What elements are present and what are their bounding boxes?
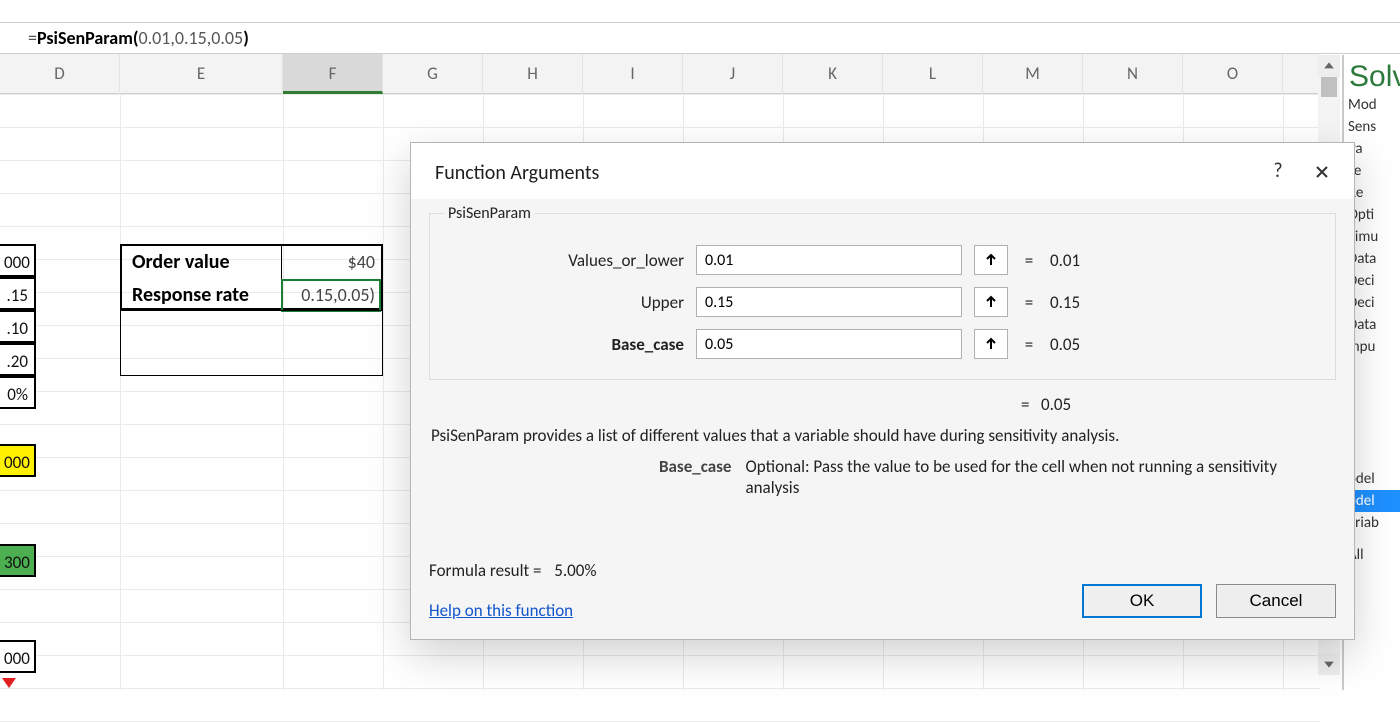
cell-c15[interactable]: 000 <box>0 640 36 673</box>
labeled-range-ef: Order value $40 Response rate 0.15,0.05) <box>120 244 383 310</box>
help-on-function-link[interactable]: Help on this function <box>429 600 573 621</box>
argument-description: Base_case Optional: Pass the value to be… <box>429 456 1336 498</box>
cell-c6[interactable]: .15 <box>0 277 36 310</box>
ok-button[interactable]: OK <box>1082 584 1202 618</box>
col-header-d[interactable]: D <box>0 54 120 94</box>
equals-sign: = <box>1020 334 1038 355</box>
arg-input-values_or_lower[interactable] <box>696 245 962 275</box>
arg-result: 0.15 <box>1050 292 1080 313</box>
value-order-value[interactable]: $40 <box>281 246 381 279</box>
scroll-down-button[interactable] <box>1318 653 1340 675</box>
cell-c7[interactable]: .10 <box>0 310 36 343</box>
dialog-help-button[interactable]: ? <box>1256 159 1300 187</box>
solver-title: Solv <box>1344 55 1400 94</box>
groupbox-label: PsiSenParam <box>444 204 535 223</box>
side-item[interactable]: Mod <box>1344 94 1400 116</box>
cell-c8[interactable]: .20 <box>0 343 36 376</box>
arg-label: Values_or_lower <box>444 250 684 271</box>
dialog-title: Function Arguments <box>411 143 1354 199</box>
col-header-f[interactable]: F <box>283 54 383 94</box>
arg-row-upper: Upper = 0.15 <box>444 281 1321 323</box>
formula-fn-close: ) <box>243 27 249 49</box>
args-groupbox: PsiSenParam Values_or_lower=0.01Upper=0.… <box>429 213 1336 380</box>
range-picker-button[interactable] <box>974 245 1008 275</box>
arg-input-upper[interactable] <box>696 287 962 317</box>
cell-c5[interactable]: 000 <box>0 244 36 277</box>
function-arguments-dialog: Function Arguments ? PsiSenParam Values_… <box>410 142 1355 640</box>
col-header-n[interactable]: N <box>1083 54 1183 94</box>
col-header-h[interactable]: H <box>483 54 583 94</box>
overall-result: = 0.05 <box>429 388 1336 425</box>
col-header-l[interactable]: L <box>883 54 983 94</box>
col-header-j[interactable]: J <box>683 54 783 94</box>
formula-result-label: Formula result = <box>429 560 542 581</box>
arg-desc-text: Optional: Pass the value to be used for … <box>745 456 1315 498</box>
col-header-g[interactable]: G <box>383 54 483 94</box>
formula-result-value: 5.00% <box>554 560 596 581</box>
arg-result: 0.05 <box>1050 334 1080 355</box>
col-c-fragment: 000 .15 .10 .20 0% <box>0 244 36 409</box>
col-header-o[interactable]: O <box>1183 54 1283 94</box>
formula-equals: = <box>28 27 37 49</box>
dialog-close-button[interactable] <box>1300 159 1344 187</box>
cell-error-indicator <box>2 678 16 688</box>
scroll-up-button[interactable] <box>1318 55 1340 77</box>
arg-label: Upper <box>444 292 684 313</box>
arg-result: 0.01 <box>1050 250 1080 271</box>
value-response-rate[interactable]: 0.15,0.05) <box>281 279 381 312</box>
overall-result-value: 0.05 <box>1041 394 1071 415</box>
range-picker-button[interactable] <box>974 329 1008 359</box>
labeled-range-ef-ext <box>120 310 383 376</box>
column-headers: DEFGHIJKLMNO <box>0 54 1320 94</box>
col-header-k[interactable]: K <box>783 54 883 94</box>
arg-label: Base_case <box>444 334 684 355</box>
formula-fn-open: PsiSenParam( <box>37 27 138 49</box>
equals-sign: = <box>1020 292 1038 313</box>
formula-args: 0.01,0.15,0.05 <box>138 27 243 49</box>
cell-c9[interactable]: 0% <box>0 376 36 409</box>
equals-sign: = <box>1020 250 1038 271</box>
cancel-button[interactable]: Cancel <box>1216 584 1336 618</box>
formula-bar[interactable]: =PsiSenParam(0.01,0.15,0.05) <box>0 22 1400 54</box>
col-header-i[interactable]: I <box>583 54 683 94</box>
cell-c13-green[interactable]: 300 <box>0 544 36 577</box>
col-header-m[interactable]: M <box>983 54 1083 94</box>
col-header-e[interactable]: E <box>120 54 283 94</box>
label-response-rate: Response rate <box>122 279 285 312</box>
dialog-body: PsiSenParam Values_or_lower = 0.01 Upper = 0.… <box>411 199 1354 639</box>
side-item[interactable]: Sens <box>1344 116 1400 138</box>
label-order-value: Order value <box>122 246 285 279</box>
cell-c11-yellow[interactable]: 000 <box>0 444 36 477</box>
arg-input-base_case[interactable] <box>696 329 962 359</box>
arg-desc-label: Base_case <box>659 456 731 498</box>
arg-row-values_or_lower: Values_or_lower = 0.01 <box>444 239 1321 281</box>
arg-row-base_case: Base_case = 0.05 <box>444 323 1321 365</box>
range-picker-button[interactable] <box>974 287 1008 317</box>
scroll-thumb[interactable] <box>1321 77 1337 97</box>
function-description: PsiSenParam provides a list of different… <box>429 425 1336 446</box>
